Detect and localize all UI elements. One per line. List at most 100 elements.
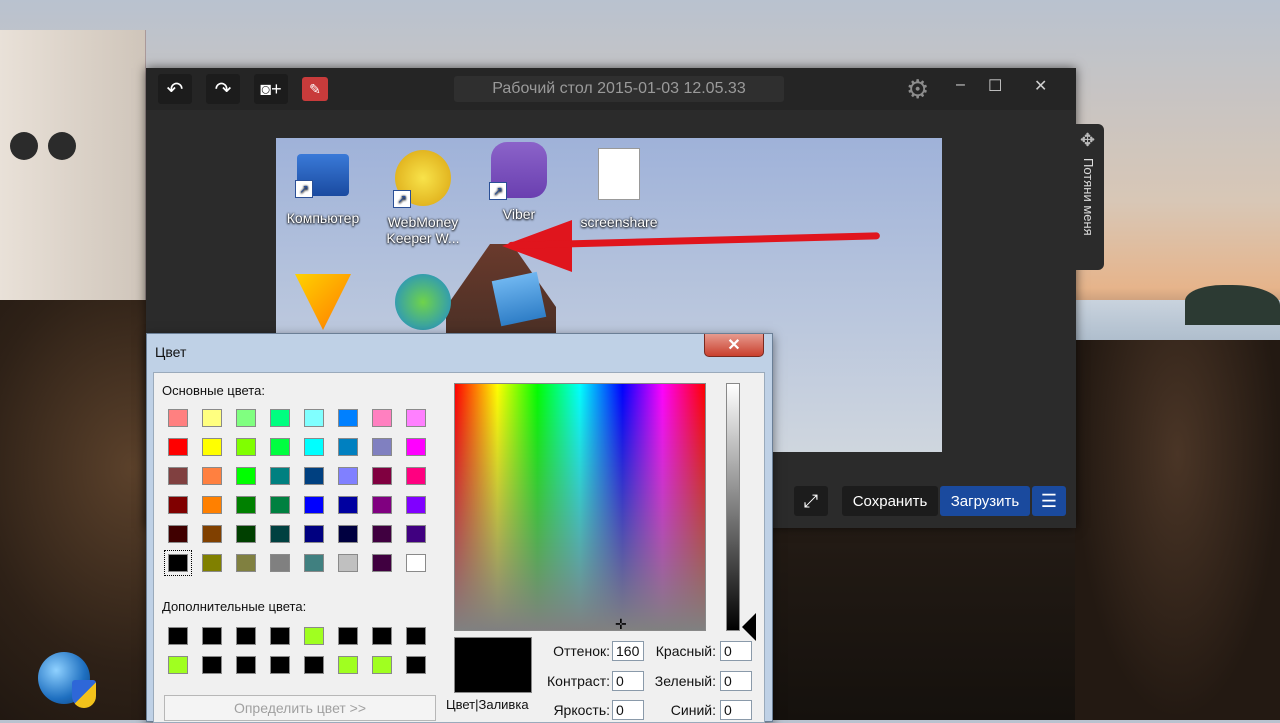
color-swatch[interactable] [270,409,290,427]
cloud-app-icon [491,271,547,327]
maximize-button[interactable]: ☐ [988,76,1002,96]
save-button[interactable]: Сохранить [842,486,938,516]
color-swatch[interactable] [168,627,188,645]
color-swatch[interactable] [202,554,222,572]
color-swatch[interactable] [338,627,358,645]
desktop-icon-feather [278,274,368,336]
color-swatch[interactable] [406,438,426,456]
color-swatch[interactable] [304,627,324,645]
desktop-rocks-right [1075,340,1280,720]
color-spectrum[interactable]: ✛ [454,383,706,632]
camera-plus-icon[interactable]: ◙+ [254,74,288,104]
luminance-field[interactable]: 0 [612,700,644,720]
color-swatch[interactable] [372,554,392,572]
color-swatch[interactable] [202,496,222,514]
define-color-button[interactable]: Определить цвет >> [164,695,436,721]
feather-app-icon [295,274,351,330]
color-swatch[interactable] [304,438,324,456]
image-edit-icon[interactable]: ✎ [302,77,328,101]
color-swatch[interactable] [168,496,188,514]
color-swatch[interactable] [202,627,222,645]
color-swatch[interactable] [236,438,256,456]
color-swatch[interactable] [236,467,256,485]
green-field[interactable]: 0 [720,671,752,691]
upload-button[interactable]: Загрузить [940,486,1030,516]
desktop-icon-screenshare: screenshare [574,142,664,230]
color-swatch[interactable] [270,438,290,456]
color-swatch[interactable] [270,467,290,485]
close-button[interactable]: ✕ [1034,76,1047,96]
color-swatch[interactable] [338,438,358,456]
color-swatch[interactable] [406,496,426,514]
color-swatch[interactable] [304,554,324,572]
color-swatch[interactable] [270,627,290,645]
color-swatch[interactable] [236,627,256,645]
color-swatch[interactable] [372,525,392,543]
color-swatch[interactable] [236,496,256,514]
desktop-network-shield-icon[interactable] [38,652,96,708]
color-swatch[interactable] [372,467,392,485]
color-swatch[interactable] [338,656,358,674]
luminance-slider[interactable] [726,383,740,631]
color-swatch[interactable] [304,409,324,427]
color-swatch[interactable] [270,525,290,543]
color-swatch[interactable] [270,554,290,572]
color-swatch[interactable] [168,438,188,456]
java-file-icon [598,148,640,200]
color-swatch[interactable] [338,525,358,543]
color-swatch[interactable] [304,525,324,543]
gear-icon[interactable]: ⚙ [906,74,929,105]
color-swatch[interactable] [406,627,426,645]
color-swatch[interactable] [236,554,256,572]
color-swatch[interactable] [168,656,188,674]
dialog-close-button[interactable]: ✕ [704,334,764,357]
hue-field[interactable]: 160 [612,641,644,661]
color-swatch[interactable] [304,656,324,674]
color-swatch[interactable] [270,496,290,514]
color-swatch[interactable] [168,525,188,543]
luminance-pointer-icon[interactable] [742,613,756,641]
viber-icon: ↗ [489,142,547,200]
color-swatch[interactable] [406,656,426,674]
color-swatch[interactable] [372,409,392,427]
color-swatch[interactable] [338,409,358,427]
drag-handle[interactable]: ✥ Потяни меня [1076,124,1104,270]
fullscreen-icon[interactable]: ⤢ [794,486,828,516]
color-swatch[interactable] [372,656,392,674]
dialog-title: Цвет [155,344,187,360]
color-swatch[interactable] [236,525,256,543]
color-swatch[interactable] [168,409,188,427]
minimize-button[interactable]: – [956,76,965,94]
color-swatch[interactable] [236,656,256,674]
color-swatch[interactable] [202,656,222,674]
redo-icon[interactable]: ↷ [206,74,240,104]
color-swatch[interactable] [406,409,426,427]
color-swatch[interactable] [338,467,358,485]
desktop-icon-label: WebMoney Keeper W... [386,214,460,246]
color-swatch[interactable] [338,554,358,572]
undo-icon[interactable]: ↶ [158,74,192,104]
color-swatch[interactable] [168,467,188,485]
color-swatch[interactable] [202,438,222,456]
color-swatch[interactable] [304,496,324,514]
color-swatch[interactable] [372,438,392,456]
color-swatch[interactable] [406,467,426,485]
red-field[interactable]: 0 [720,641,752,661]
color-swatch[interactable] [202,409,222,427]
toolbar: ↶ ↷ ◙+ ✎ Рабочий стол 2015-01-03 12.05.3… [146,68,1076,110]
color-swatch[interactable] [338,496,358,514]
color-swatch[interactable] [202,525,222,543]
color-swatch[interactable] [372,496,392,514]
color-swatch[interactable] [372,627,392,645]
color-swatch[interactable] [236,409,256,427]
color-swatch[interactable] [406,554,426,572]
color-swatch[interactable] [406,525,426,543]
desktop-icon-webmoney: ↗ WebMoney Keeper W... [378,142,468,246]
blue-field[interactable]: 0 [720,700,752,720]
color-swatch[interactable] [270,656,290,674]
saturation-field[interactable]: 0 [612,671,644,691]
color-swatch[interactable] [164,550,192,576]
color-swatch[interactable] [304,467,324,485]
color-swatch[interactable] [202,467,222,485]
menu-icon[interactable]: ☰ [1032,486,1066,516]
